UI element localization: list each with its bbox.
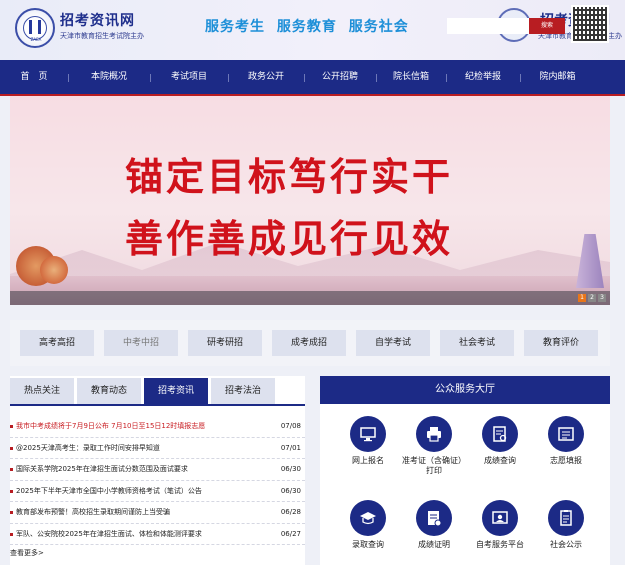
tab-hot-topics[interactable]: 热点关注	[10, 378, 74, 404]
service-label: 准考证（含确证）打印	[402, 456, 466, 475]
site-logo-icon[interactable]: ZAEA	[15, 8, 55, 48]
news-item[interactable]: 教育部发布预警！高校招生录取期间谨防上当受骗 06/28	[10, 502, 305, 524]
main-nav: 首 页 本院概况 考试项目 政务公开 公开招聘 院长信箱 纪检举报 院内邮箱	[0, 60, 625, 96]
service-label: 志愿填报	[550, 456, 582, 465]
news-title[interactable]: 教育部发布预警！高校招生录取期间谨防上当受骗	[16, 502, 271, 523]
nav-government-affairs[interactable]: 政务公开	[228, 60, 304, 94]
news-date: 07/08	[280, 422, 301, 430]
slogan: 服务考生 服务教育 服务社会	[205, 19, 409, 35]
service-label: 自考服务平台	[476, 540, 524, 549]
qr-code-icon	[571, 5, 609, 43]
score-query-icon	[482, 416, 518, 452]
news-date: 06/27	[280, 529, 301, 538]
graduation-cap-icon	[350, 500, 386, 536]
nav-recruitment[interactable]: 公开招聘	[304, 60, 376, 94]
category-gaokao[interactable]: 高考高招	[20, 330, 94, 356]
service-label: 成绩查询	[484, 456, 516, 465]
banner-headline-2: 善作善成见行见效	[125, 217, 454, 261]
service-hall-title: 公众服务大厅	[320, 376, 610, 404]
tab-education-news[interactable]: 教育动态	[77, 378, 141, 404]
news-title[interactable]: 我市中考成绩将于7月9日公布 7月10日至15日12时填报志愿	[16, 416, 271, 437]
category-adult[interactable]: 成考成招	[272, 330, 346, 356]
news-title[interactable]: 国际关系学院2025年在津招生面试分数范围及面试要求	[16, 459, 271, 480]
search-input[interactable]	[447, 18, 533, 34]
service-label: 成绩证明	[418, 540, 450, 549]
printer-icon	[416, 416, 452, 452]
service-label: 社会公示	[550, 540, 582, 549]
banner-pagination: 1 2 3	[10, 291, 610, 305]
news-date: 06/28	[280, 508, 301, 516]
service-score-certificate[interactable]: 成绩证明	[401, 500, 467, 550]
news-list: 我市中考成绩将于7月9日公布 7月10日至15日12时填报志愿 07/08 @2…	[10, 416, 305, 545]
view-more-link[interactable]: 查看更多>	[10, 548, 44, 558]
news-title[interactable]: 军队、公安院校2025年在津招生面试、体检和体能测评要求	[16, 524, 271, 545]
banner-page-2[interactable]: 2	[588, 294, 596, 302]
tab-exam-law[interactable]: 招考法治	[211, 378, 275, 404]
service-admission-ticket-print[interactable]: 准考证（含确证）打印	[401, 416, 467, 476]
exam-category-bar: 高考高招 中考中招 研考研招 成考成招 自学考试 社会考试 教育评价	[10, 320, 610, 366]
service-volunteer-filling[interactable]: 志愿填报	[533, 416, 599, 466]
news-date: 06/30	[280, 465, 301, 473]
banner-page-1[interactable]: 1	[578, 294, 586, 302]
tower-decoration	[576, 234, 604, 288]
nav-director-mailbox[interactable]: 院长信箱	[376, 60, 446, 94]
news-item[interactable]: 国际关系学院2025年在津招生面试分数范围及面试要求 06/30	[10, 459, 305, 481]
news-tabs: 热点关注 教育动态 招考资讯 招考法治	[10, 378, 305, 406]
banner-headline-1: 锚定目标笃行实干	[125, 155, 454, 199]
service-public-notice[interactable]: 社会公示	[533, 500, 599, 550]
nav-about[interactable]: 本院概况	[68, 60, 150, 94]
public-service-hall: 公众服务大厅 网上报名 准考证（含确证）打印 成绩查询 志愿填报 录取查询 成绩…	[320, 376, 610, 565]
news-title[interactable]: @2025天津高考生：录取工作时间安排早知道	[16, 438, 271, 459]
site-title[interactable]: 招考资讯网	[60, 10, 135, 30]
news-panel: 热点关注 教育动态 招考资讯 招考法治 我市中考成绩将于7月9日公布 7月10日…	[10, 376, 305, 565]
hero-banner[interactable]: 锚定目标笃行实干 善作善成见行见效 1 2 3	[10, 96, 610, 305]
page: ZAEA 招考资讯网 天津市教育招生考试院主办 服务考生 服务教育 服务社会 招…	[0, 0, 625, 565]
notice-icon	[548, 500, 584, 536]
news-item[interactable]: 我市中考成绩将于7月9日公布 7月10日至15日12时填报志愿 07/08	[10, 416, 305, 438]
nav-home[interactable]: 首 页	[0, 60, 68, 94]
category-self-study[interactable]: 自学考试	[356, 330, 430, 356]
certificate-icon	[416, 500, 452, 536]
service-admission-query[interactable]: 录取查询	[335, 500, 401, 550]
service-label: 录取查询	[352, 540, 384, 549]
service-score-query[interactable]: 成绩查询	[467, 416, 533, 466]
computer-icon	[350, 416, 386, 452]
category-zhongkao[interactable]: 中考中招	[104, 330, 178, 356]
news-item[interactable]: @2025天津高考生：录取工作时间安排早知道 07/01	[10, 438, 305, 459]
news-item[interactable]: 军队、公安院校2025年在津招生面试、体检和体能测评要求 06/27	[10, 524, 305, 545]
service-online-registration[interactable]: 网上报名	[335, 416, 401, 466]
news-date: 06/30	[280, 486, 301, 495]
reader-icon	[482, 500, 518, 536]
category-social-exam[interactable]: 社会考试	[440, 330, 514, 356]
nav-discipline-report[interactable]: 纪检举报	[446, 60, 520, 94]
nav-exam-projects[interactable]: 考试项目	[150, 60, 228, 94]
service-self-study-platform[interactable]: 自考服务平台	[467, 500, 533, 550]
news-date: 07/01	[280, 443, 301, 452]
site-header: ZAEA 招考资讯网 天津市教育招生考试院主办 服务考生 服务教育 服务社会 招…	[0, 0, 625, 60]
search-button[interactable]: 搜索	[529, 18, 565, 34]
news-item[interactable]: 2025年下半年天津市全国中小学教师资格考试（笔试）公告 06/30	[10, 481, 305, 502]
form-icon	[548, 416, 584, 452]
tree-decoration	[40, 256, 68, 284]
site-subtitle: 天津市教育招生考试院主办	[60, 32, 144, 40]
tab-exam-info[interactable]: 招考资讯	[144, 378, 208, 404]
service-label: 网上报名	[352, 456, 384, 465]
category-evaluation[interactable]: 教育评价	[524, 330, 598, 356]
category-graduate[interactable]: 研考研招	[188, 330, 262, 356]
nav-internal-mail[interactable]: 院内邮箱	[520, 60, 595, 94]
banner-page-3[interactable]: 3	[598, 294, 606, 302]
news-title[interactable]: 2025年下半年天津市全国中小学教师资格考试（笔试）公告	[16, 481, 271, 502]
